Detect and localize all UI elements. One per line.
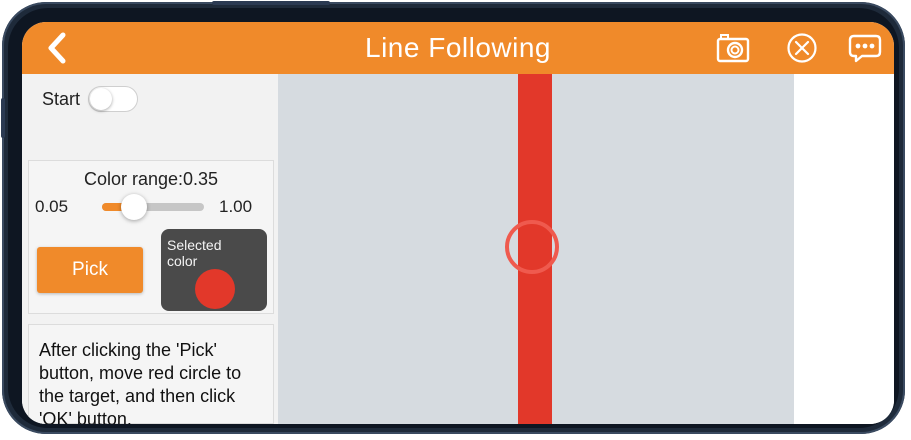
- range-min-label: 0.05: [35, 197, 69, 216]
- target-circle[interactable]: [505, 220, 559, 274]
- start-row: Start: [42, 86, 139, 112]
- page-title: Line Following: [365, 32, 551, 63]
- color-range-label: Color range:0.35: [83, 169, 219, 189]
- camera-icon[interactable]: [716, 32, 750, 64]
- start-label: Start: [42, 88, 81, 109]
- phone-side-button: [212, 1, 330, 5]
- selected-color-swatch: Selected color: [161, 229, 267, 311]
- color-range-panel: Color range:0.35 0.05 1.00 Pick Selected…: [28, 160, 274, 314]
- range-max-label: 1.00: [219, 197, 253, 216]
- selected-color-label: Selected color: [167, 237, 222, 269]
- app-screen: Line Following Start Color range:0.35 0.…: [22, 22, 894, 424]
- pick-button[interactable]: Pick: [37, 247, 143, 293]
- chevron-left-icon[interactable]: [42, 32, 74, 64]
- blank-area: [794, 74, 894, 424]
- phone-side-button: [1, 98, 5, 138]
- control-panel: Start Color range:0.35 0.05 1.00 Pick Se…: [22, 74, 278, 424]
- chat-bubble-icon[interactable]: [848, 32, 882, 64]
- start-toggle[interactable]: [88, 86, 139, 112]
- color-range-slider[interactable]: [102, 194, 204, 220]
- instruction-panel: After clicking the 'Pick' button, move r…: [28, 324, 274, 424]
- instruction-text: After clicking the 'Pick' button, move r…: [39, 340, 242, 424]
- camera-view[interactable]: [278, 74, 794, 424]
- selected-color-dot: [195, 269, 235, 309]
- close-circle-icon[interactable]: [785, 32, 819, 64]
- top-bar: Line Following: [22, 22, 894, 74]
- toggle-knob: [90, 88, 113, 110]
- slider-thumb[interactable]: [121, 194, 148, 220]
